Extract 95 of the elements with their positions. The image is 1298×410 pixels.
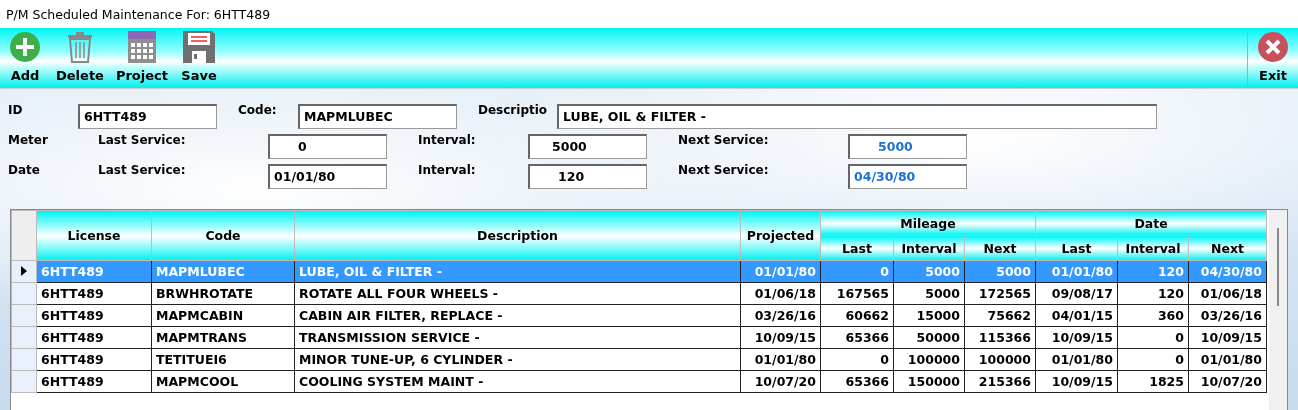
table-cell: 0 xyxy=(1117,326,1189,349)
table-cell: 10/07/20 xyxy=(1188,370,1267,393)
table-cell: TRANSMISSION SERVICE - xyxy=(294,326,741,349)
plus-icon xyxy=(9,31,41,63)
window-title: P/M Scheduled Maintenance For: 6HTT489 xyxy=(5,5,272,24)
table-cell: CABIN AIR FILTER, REPLACE - xyxy=(294,304,741,327)
table-cell: 01/01/80 xyxy=(740,348,821,371)
add-button[interactable]: Add xyxy=(0,28,50,86)
table-cell: 115366 xyxy=(964,326,1036,349)
field-label: Interval: xyxy=(418,133,476,147)
table-cell: 100000 xyxy=(964,348,1036,371)
table-cell: 09/08/17 xyxy=(1035,282,1118,305)
table-cell: 10/09/15 xyxy=(1035,326,1118,349)
column-header: Next xyxy=(1211,240,1244,256)
input-field[interactable]: LUBE, OIL & FILTER - xyxy=(557,103,1157,129)
table-cell: MINOR TUNE-UP, 6 CYLINDER - xyxy=(294,348,741,371)
input-field[interactable]: 6HTT489 xyxy=(78,103,217,129)
table-cell: 10/09/15 xyxy=(740,326,821,349)
table-cell: 6HTT489 xyxy=(36,304,152,327)
input-field[interactable]: 120 xyxy=(528,163,647,189)
column-header: Last xyxy=(842,240,872,256)
table-cell: 120 xyxy=(1117,282,1189,305)
field-label: Descriptio xyxy=(478,103,548,117)
field-label: Date xyxy=(8,163,40,177)
column-header: Code xyxy=(205,228,241,243)
field-label: Code: xyxy=(238,103,277,117)
field-label: Next Service: xyxy=(678,133,769,147)
table-cell: 03/26/16 xyxy=(1188,304,1267,327)
table-cell: 6HTT489 xyxy=(36,370,152,393)
table-cell: 01/01/80 xyxy=(1035,348,1118,371)
table-cell: 6HTT489 xyxy=(36,348,152,371)
input-field[interactable]: 0 xyxy=(268,133,387,159)
table-cell: 10/09/15 xyxy=(1188,326,1267,349)
column-header: Interval xyxy=(901,240,957,256)
table-cell: MAPMCABIN xyxy=(151,304,295,327)
table-cell: 10/09/15 xyxy=(1035,370,1118,393)
table-cell: 172565 xyxy=(964,282,1036,305)
save-button[interactable]: Save xyxy=(174,28,224,86)
table-cell: 150000 xyxy=(893,370,965,393)
table-cell: TETITUEI6 xyxy=(151,348,295,371)
table-cell: 100000 xyxy=(893,348,965,371)
column-group-header: Date xyxy=(1134,215,1168,231)
input-field[interactable]: 01/01/80 xyxy=(268,163,387,189)
field-label: Next Service: xyxy=(678,163,769,177)
close-icon xyxy=(1257,31,1289,63)
table-cell: 50000 xyxy=(893,326,965,349)
table-cell: 60662 xyxy=(820,304,894,327)
table-cell: 1825 xyxy=(1117,370,1189,393)
table-cell: ROTATE ALL FOUR WHEELS - xyxy=(294,282,741,305)
table-cell: MAPMLUBEC xyxy=(151,260,295,283)
field-label: Last Service: xyxy=(98,133,186,147)
table-cell: 5000 xyxy=(893,282,965,305)
table-cell: 01/06/18 xyxy=(1188,282,1267,305)
input-field[interactable]: 5000 xyxy=(848,133,967,159)
input-field[interactable]: 5000 xyxy=(528,133,647,159)
table-cell: 0 xyxy=(1117,348,1189,371)
table-cell: 75662 xyxy=(964,304,1036,327)
field-label: Meter xyxy=(8,133,48,147)
exit-button[interactable]: Exit xyxy=(1248,28,1298,86)
table-cell: 15000 xyxy=(893,304,965,327)
table-cell: BRWHROTATE xyxy=(151,282,295,305)
column-header: Last xyxy=(1061,240,1092,256)
input-field[interactable]: 04/30/80 xyxy=(848,163,967,189)
table-cell: LUBE, OIL & FILTER - xyxy=(294,260,741,283)
calculator-icon xyxy=(127,31,156,63)
row-pointer-icon xyxy=(21,266,27,276)
table-cell: COOLING SYSTEM MAINT - xyxy=(294,370,741,393)
table-cell: 01/06/18 xyxy=(740,282,821,305)
table-cell: 65366 xyxy=(820,370,894,393)
table-cell: 65366 xyxy=(820,326,894,349)
table-cell: 04/01/15 xyxy=(1035,304,1118,327)
table-cell: MAPMCOOL xyxy=(151,370,295,393)
table-cell: 0 xyxy=(820,348,894,371)
table-cell: 10/07/20 xyxy=(740,370,821,393)
field-label: Interval: xyxy=(418,163,476,177)
table-cell: 215366 xyxy=(964,370,1036,393)
column-header: License xyxy=(67,228,121,243)
table-cell: MAPMTRANS xyxy=(151,326,295,349)
column-header: Description xyxy=(477,228,558,243)
column-header: Next xyxy=(983,240,1017,256)
table-cell: 360 xyxy=(1117,304,1189,327)
column-header: Projected xyxy=(746,228,815,243)
table-cell: 01/01/80 xyxy=(1188,348,1267,371)
delete-button[interactable]: Delete xyxy=(50,28,110,86)
trash-icon xyxy=(66,31,93,63)
project-button[interactable]: Project xyxy=(109,28,174,86)
table-cell: 6HTT489 xyxy=(36,326,152,349)
table-cell: 03/26/16 xyxy=(740,304,821,327)
table-cell: 167565 xyxy=(820,282,894,305)
field-label: Last Service: xyxy=(98,163,186,177)
input-field[interactable]: MAPMLUBEC xyxy=(298,103,457,129)
column-header: Interval xyxy=(1125,240,1181,256)
field-label: ID xyxy=(8,103,23,117)
column-group-header: Mileage xyxy=(900,215,956,231)
table-cell: 6HTT489 xyxy=(36,282,152,305)
